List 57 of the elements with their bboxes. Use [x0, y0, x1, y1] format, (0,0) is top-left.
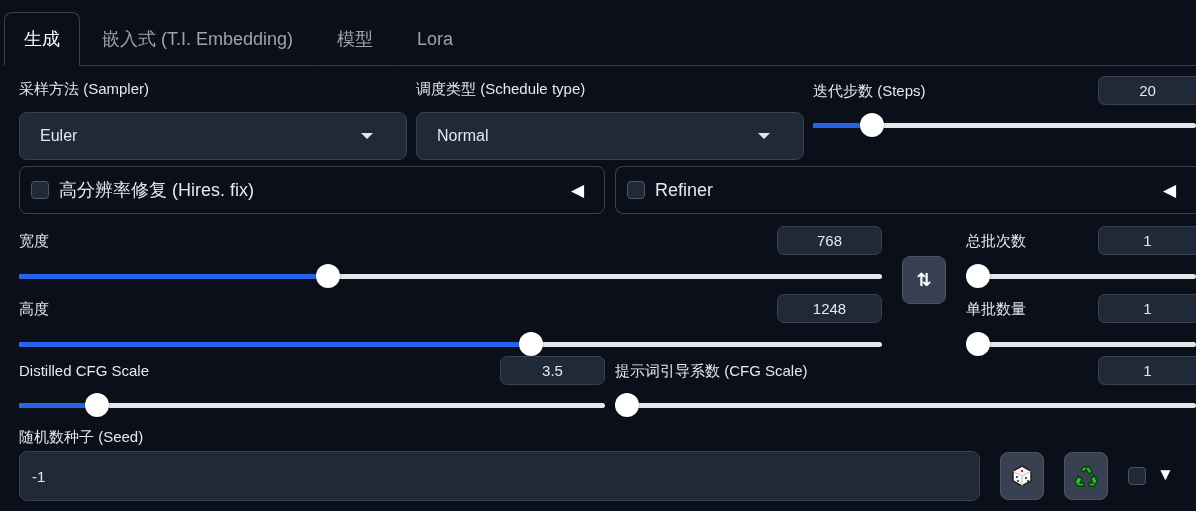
- tab[interactable]: 嵌入式 (T.I. Embedding): [80, 12, 316, 66]
- number-field[interactable]: 20: [1098, 76, 1196, 105]
- dropdown[interactable]: Normal: [416, 112, 804, 160]
- slider-thumb[interactable]: [859, 113, 884, 137]
- field-label: Distilled CFG Scale: [19, 360, 150, 381]
- caret-icon: [360, 132, 374, 140]
- dropdown[interactable]: Euler: [19, 112, 407, 160]
- seed-field[interactable]: -1: [19, 451, 980, 501]
- slider-thumb[interactable]: [966, 332, 990, 356]
- tab[interactable]: 生成: [4, 12, 80, 66]
- dice-icon: [1011, 465, 1033, 487]
- number-field[interactable]: 768: [777, 226, 882, 255]
- dice-button[interactable]: [1000, 452, 1044, 500]
- tab[interactable]: Lora: [395, 12, 476, 66]
- collapse-arrow[interactable]: ◀: [1162, 179, 1176, 201]
- field-label: 随机数种子 (Seed): [19, 427, 145, 447]
- checkbox[interactable]: [627, 181, 645, 199]
- dropdown-value: Euler: [40, 127, 78, 145]
- tab[interactable]: 模型: [315, 12, 396, 66]
- caret-icon: [757, 132, 771, 140]
- number-field[interactable]: 1: [1098, 294, 1196, 323]
- slider-thumb[interactable]: [966, 264, 990, 288]
- accordion-header[interactable]: Refiner ◀: [615, 166, 1196, 214]
- field-label: 迭代步数 (Steps): [813, 80, 926, 101]
- slider-thumb[interactable]: [519, 332, 544, 356]
- number-field[interactable]: 1248: [777, 294, 882, 323]
- slider-thumb[interactable]: [615, 393, 639, 417]
- slider-track[interactable]: [615, 393, 1196, 417]
- slider-track[interactable]: [813, 113, 1196, 137]
- field-label: 高度: [19, 298, 49, 319]
- slider-track[interactable]: [966, 264, 1196, 288]
- dropdown-toggle[interactable]: ▼: [1157, 465, 1174, 485]
- accordion-label: Refiner: [655, 179, 715, 201]
- slider-track[interactable]: [966, 332, 1196, 356]
- number-field[interactable]: 1: [1098, 226, 1196, 255]
- slider-thumb[interactable]: [84, 393, 109, 417]
- checkbox[interactable]: [1128, 467, 1146, 485]
- slider-thumb[interactable]: [316, 264, 340, 288]
- slider-track[interactable]: [19, 264, 882, 288]
- number-field[interactable]: 1: [1098, 356, 1196, 385]
- collapse-arrow[interactable]: ◀: [570, 179, 584, 201]
- field-label: 提示词引导系数 (CFG Scale): [615, 360, 808, 381]
- accordion-label: 高分辨率修复 (Hires. fix): [59, 179, 255, 202]
- slider-track[interactable]: [19, 332, 882, 356]
- number-field[interactable]: 3.5: [500, 356, 605, 385]
- field-label: 采样方法 (Sampler): [19, 79, 150, 99]
- checkbox[interactable]: [31, 181, 49, 199]
- dropdown-value: Normal: [437, 127, 489, 145]
- field-label: 单批数量: [966, 298, 1026, 319]
- recycle-button[interactable]: [1064, 452, 1108, 500]
- field-label: 调度类型 (Schedule type): [416, 79, 587, 99]
- field-label: 宽度: [19, 230, 49, 251]
- recycle-icon: [1074, 464, 1098, 488]
- slider-track[interactable]: [19, 393, 605, 417]
- accordion-header[interactable]: 高分辨率修复 (Hires. fix) ◀: [19, 166, 605, 214]
- field-label: 总批次数: [966, 230, 1026, 251]
- swap-button[interactable]: ⇅: [902, 256, 946, 304]
